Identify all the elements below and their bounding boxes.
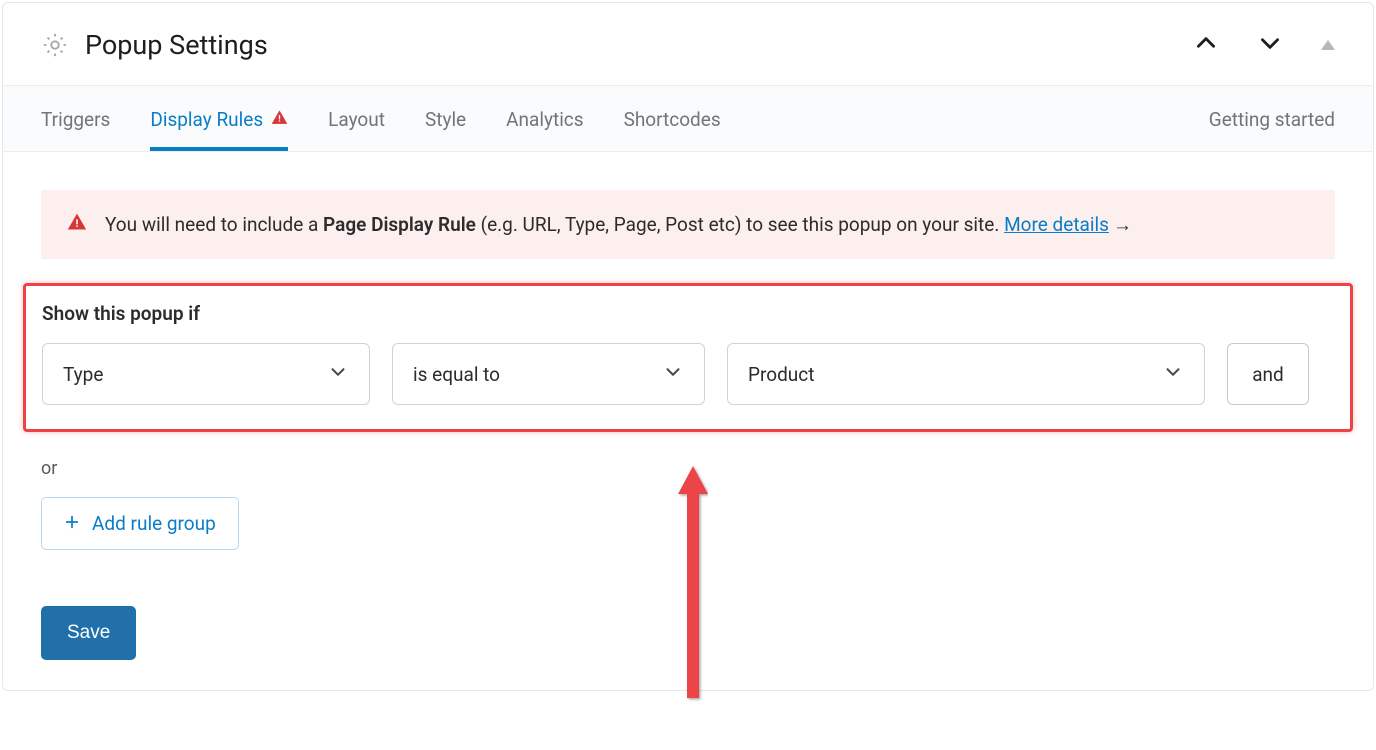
select-value: Product <box>748 363 814 386</box>
select-value: is equal to <box>413 363 500 386</box>
arrow-right-icon: → <box>1113 213 1132 236</box>
gear-icon <box>41 31 69 59</box>
tab-label: Display Rules <box>150 108 263 131</box>
rule-value-select[interactable]: Product <box>727 343 1205 405</box>
tab-layout[interactable]: Layout <box>328 86 385 151</box>
save-button[interactable]: Save <box>41 606 136 660</box>
notice-banner: You will need to include a Page Display … <box>41 190 1335 259</box>
tab-analytics[interactable]: Analytics <box>506 86 583 151</box>
notice-bold: Page Display Rule <box>323 213 476 236</box>
tab-shortcodes[interactable]: Shortcodes <box>624 86 721 151</box>
chevron-down-icon <box>327 361 349 388</box>
notice-suffix: (e.g. URL, Type, Page, Post etc) to see … <box>476 213 1004 236</box>
chevron-up-icon[interactable] <box>1193 30 1219 60</box>
select-value: Type <box>63 363 103 386</box>
collapse-icon[interactable] <box>1321 40 1335 50</box>
tab-style[interactable]: Style <box>425 86 466 151</box>
rule-operator-select[interactable]: is equal to <box>392 343 705 405</box>
getting-started-link[interactable]: Getting started <box>1209 86 1335 151</box>
rule-heading: Show this popup if <box>42 302 1334 325</box>
notice-text: You will need to include a Page Display … <box>105 213 1132 237</box>
page-title: Popup Settings <box>85 29 268 61</box>
tab-display-rules[interactable]: Display Rules <box>150 86 288 151</box>
rule-field-select[interactable]: Type <box>42 343 370 405</box>
add-rule-group-button[interactable]: Add rule group <box>41 497 239 550</box>
tab-label: Layout <box>328 108 385 131</box>
tabs-bar: Triggers Display Rules Layout Style Anal… <box>3 85 1373 152</box>
tab-label: Getting started <box>1209 108 1335 131</box>
save-label: Save <box>67 622 110 644</box>
chevron-down-icon[interactable] <box>1257 30 1283 60</box>
add-rule-label: Add rule group <box>92 512 216 535</box>
or-separator: or <box>41 458 1335 479</box>
more-details-link[interactable]: More details <box>1004 213 1109 236</box>
tab-label: Shortcodes <box>624 108 721 131</box>
notice-prefix: You will need to include a <box>105 213 323 236</box>
tab-label: Analytics <box>506 108 583 131</box>
and-label: and <box>1252 363 1284 386</box>
tab-content: You will need to include a Page Display … <box>3 152 1373 690</box>
warning-icon <box>67 212 87 237</box>
panel-header: Popup Settings <box>3 3 1373 85</box>
tab-label: Style <box>425 108 466 131</box>
rule-group-highlighted: Show this popup if Type is equal to Prod… <box>23 283 1353 432</box>
chevron-down-icon <box>1162 361 1184 388</box>
tab-label: Triggers <box>41 108 110 131</box>
chevron-down-icon <box>662 361 684 388</box>
plus-icon <box>64 512 80 535</box>
warning-icon <box>271 108 288 131</box>
and-button[interactable]: and <box>1227 343 1309 405</box>
tab-triggers[interactable]: Triggers <box>41 86 110 151</box>
